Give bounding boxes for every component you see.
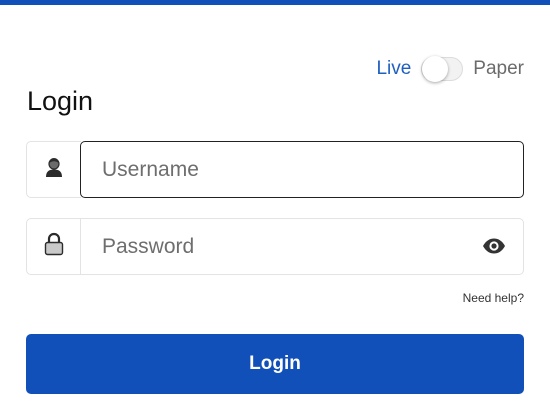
mode-switch[interactable] bbox=[421, 56, 464, 82]
password-field-group bbox=[26, 218, 524, 275]
eye-icon[interactable] bbox=[482, 236, 506, 256]
paper-mode-label[interactable]: Paper bbox=[473, 58, 524, 80]
trading-mode-toggle: Live Paper bbox=[376, 56, 524, 82]
username-field-group bbox=[26, 141, 524, 198]
lock-icon bbox=[43, 232, 65, 261]
login-button[interactable]: Login bbox=[26, 334, 524, 394]
page-title: Login bbox=[27, 86, 94, 116]
top-accent-bar bbox=[0, 0, 550, 5]
live-mode-label[interactable]: Live bbox=[376, 58, 411, 80]
need-help-link[interactable]: Need help? bbox=[463, 291, 524, 305]
mode-switch-knob[interactable] bbox=[422, 56, 449, 82]
username-addon bbox=[26, 141, 81, 198]
username-input[interactable] bbox=[80, 141, 524, 198]
password-addon bbox=[26, 218, 81, 275]
user-icon bbox=[43, 156, 65, 183]
password-input[interactable] bbox=[80, 218, 524, 275]
